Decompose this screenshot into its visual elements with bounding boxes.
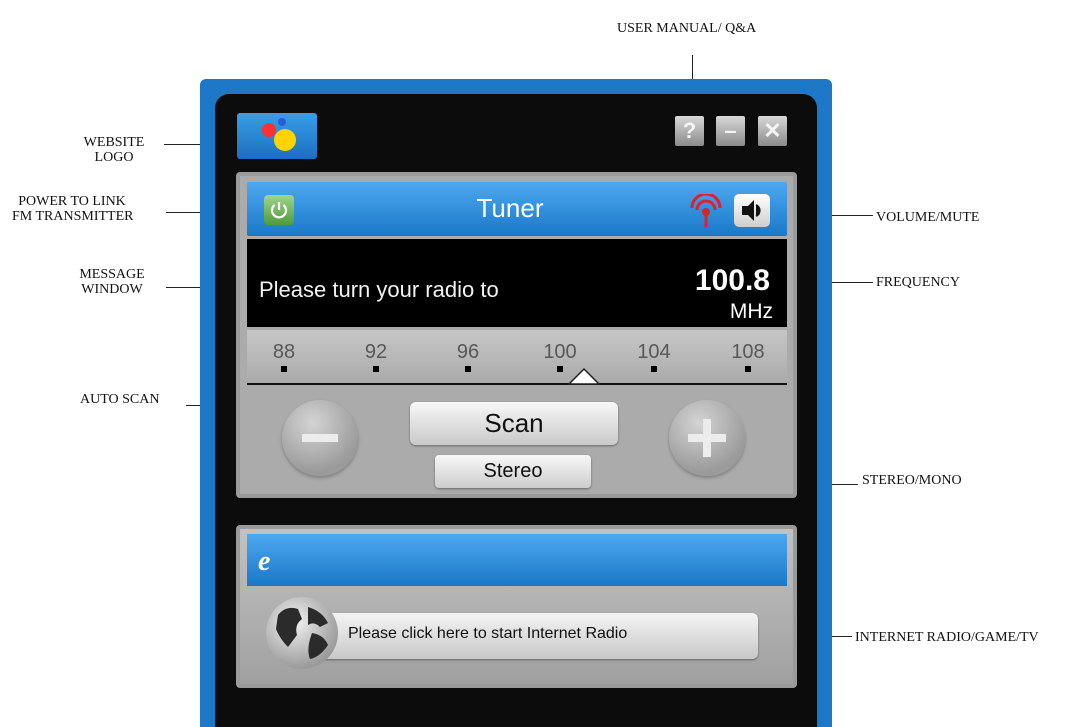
scale-tick [557,366,563,372]
frequency-pointer-handle[interactable] [566,366,602,386]
callout-volume-mute: VOLUME/MUTE [876,210,980,225]
scale-label-92: 92 [364,341,388,363]
stereo-mono-button[interactable]: Stereo [435,455,591,488]
scale-tick [465,366,471,372]
scale-label-96: 96 [456,341,480,363]
frequency-down-button[interactable] [282,400,358,476]
message-text: Please turn your radio to [259,277,499,302]
scan-button[interactable]: Scan [410,402,618,445]
speaker-icon [742,200,761,221]
power-icon [270,202,288,219]
website-logo-button[interactable] [237,113,317,159]
plus-icon-vertical [703,419,711,457]
internet-radio-label: Please click here to start Internet Radi… [348,625,628,642]
volume-mute-button[interactable] [734,194,770,227]
close-button[interactable]: ✕ [758,116,787,146]
signal-button[interactable] [686,192,726,235]
minimize-button[interactable]: – [716,116,745,146]
scale-baseline [247,383,787,385]
callout-user-manual: USER MANUAL/ Q&A [617,21,757,36]
frequency-unit: MHz [729,300,773,323]
callout-message-window: MESSAGE WINDOW [79,267,145,297]
help-icon: ? [682,118,697,143]
minimize-icon: – [724,118,737,143]
help-button[interactable]: ? [675,116,704,146]
frequency-up-button[interactable] [669,400,745,476]
callout-stereo-mono: STEREO/MONO [862,473,962,488]
ie-icon: e [258,546,271,577]
frequency-value: 100.8 [694,264,770,297]
scale-tick [373,366,379,372]
internet-header-bar [247,534,787,586]
app-logo-icon [262,118,296,151]
callout-website-logo: WEBSITE LOGO [83,135,145,165]
close-icon: ✕ [763,118,782,143]
power-button[interactable] [264,195,294,225]
frequency-scale[interactable] [247,330,787,386]
scale-tick [651,366,657,372]
callout-frequency: FREQUENCY [876,275,961,290]
signal-icon [690,192,722,227]
tuner-title: Tuner [476,193,544,223]
scale-label-100: 100 [543,341,577,363]
scale-label-108: 108 [731,341,765,363]
scale-label-88: 88 [272,341,296,363]
callout-auto-scan: AUTO SCAN [80,392,160,407]
callout-power-link: POWER TO LINK FM TRANSMITTER [12,194,134,224]
scale-tick [745,366,751,372]
scale-tick [281,366,287,372]
minus-icon [302,434,338,442]
globe-icon [266,597,338,669]
callout-internet-radio: INTERNET RADIO/GAME/TV [855,630,1039,645]
scale-label-104: 104 [637,341,671,363]
